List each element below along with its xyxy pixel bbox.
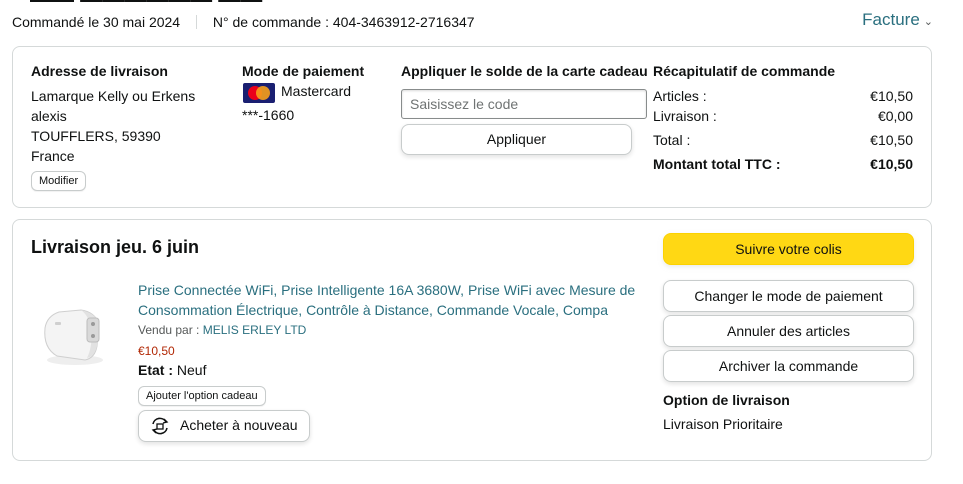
summary-row-grand-total: Montant total TTC : €10,50 xyxy=(653,154,913,174)
address-line: Lamarque Kelly ou Erkens xyxy=(31,88,196,104)
seller-prefix: Vendu par : xyxy=(138,323,200,337)
product-image[interactable] xyxy=(35,298,115,370)
buy-again-icon xyxy=(149,416,171,439)
address-line: alexis xyxy=(31,108,67,124)
track-package-button[interactable]: Suivre votre colis xyxy=(663,233,914,265)
add-gift-option-button[interactable]: Ajouter l'option cadeau xyxy=(138,386,266,406)
summary-value: €10,50 xyxy=(870,88,913,104)
gift-card-code-input[interactable] xyxy=(401,89,647,119)
seller-info: Vendu par : MELIS ERLEY LTD xyxy=(138,323,306,337)
summary-label: Total : xyxy=(653,132,691,148)
order-date: Commandé le 30 mai 2024 xyxy=(12,14,181,30)
address-line: TOUFFLERS, 59390 xyxy=(31,128,161,144)
change-payment-button[interactable]: Changer le mode de paiement xyxy=(663,280,914,312)
buy-again-label: Acheter à nouveau xyxy=(180,417,298,433)
page-title-clipped: ▬▬ ▬▬▬▬▬▬ ▬▬ ▬▬▬▬▬ xyxy=(30,0,330,2)
order-details-card: Adresse de livraison Lamarque Kelly ou E… xyxy=(12,46,932,208)
summary-value: €10,50 xyxy=(870,156,913,172)
summary-row-shipping: Livraison : €0,00 xyxy=(653,106,913,126)
product-title-link[interactable]: Prise Connectée WiFi, Prise Intelligente… xyxy=(138,280,648,320)
order-meta: Commandé le 30 mai 2024 N° de commande :… xyxy=(12,14,475,30)
shipping-option-value: Livraison Prioritaire xyxy=(663,416,783,432)
condition-label: Etat : xyxy=(138,362,173,378)
product-price: €10,50 xyxy=(138,344,175,358)
order-number: N° de commande : 404-3463912-2716347 xyxy=(212,14,475,30)
archive-order-button[interactable]: Archiver la commande xyxy=(663,350,914,382)
payment-title: Mode de paiement xyxy=(242,63,365,79)
summary-value: €0,00 xyxy=(877,108,913,124)
separator xyxy=(196,15,197,29)
card-number: ***-1660 xyxy=(242,107,295,123)
delivery-date-title: Livraison jeu. 6 juin xyxy=(31,237,200,257)
address-line: France xyxy=(31,148,75,164)
shipment-card: Livraison jeu. 6 juin Prise Connectée Wi… xyxy=(12,219,932,461)
modify-address-button[interactable]: Modifier xyxy=(31,171,87,191)
apply-gift-card-button[interactable]: Appliquer xyxy=(401,124,632,155)
product-condition: Etat : Neuf xyxy=(138,362,206,378)
summary-value: €10,50 xyxy=(870,132,913,148)
summary-label: Livraison : xyxy=(653,108,717,124)
summary-label: Articles : xyxy=(653,88,707,104)
card-name: Mastercard xyxy=(281,83,352,99)
chevron-down-icon: ⌄ xyxy=(923,16,933,28)
shipping-option-title: Option de livraison xyxy=(663,392,790,408)
summary-title: Récapitulatif de commande xyxy=(653,63,836,79)
summary-row-items: Articles : €10,50 xyxy=(653,86,913,106)
buy-again-button[interactable]: Acheter à nouveau xyxy=(138,410,310,442)
cancel-items-button[interactable]: Annuler des articles xyxy=(663,315,914,347)
invoice-label: Facture xyxy=(862,10,920,29)
seller-link[interactable]: MELIS ERLEY LTD xyxy=(203,323,307,337)
smart-plug-icon xyxy=(44,309,103,365)
gift-card-title: Appliquer le solde de la carte cadeau xyxy=(401,63,648,79)
condition-value: Neuf xyxy=(176,362,207,378)
summary-row-total: Total : €10,50 xyxy=(653,130,913,150)
shipping-title: Adresse de livraison xyxy=(31,63,168,79)
invoice-dropdown[interactable]: Facture ⌄ xyxy=(862,10,933,30)
mastercard-icon xyxy=(243,83,275,103)
summary-label: Montant total TTC : xyxy=(653,156,781,172)
